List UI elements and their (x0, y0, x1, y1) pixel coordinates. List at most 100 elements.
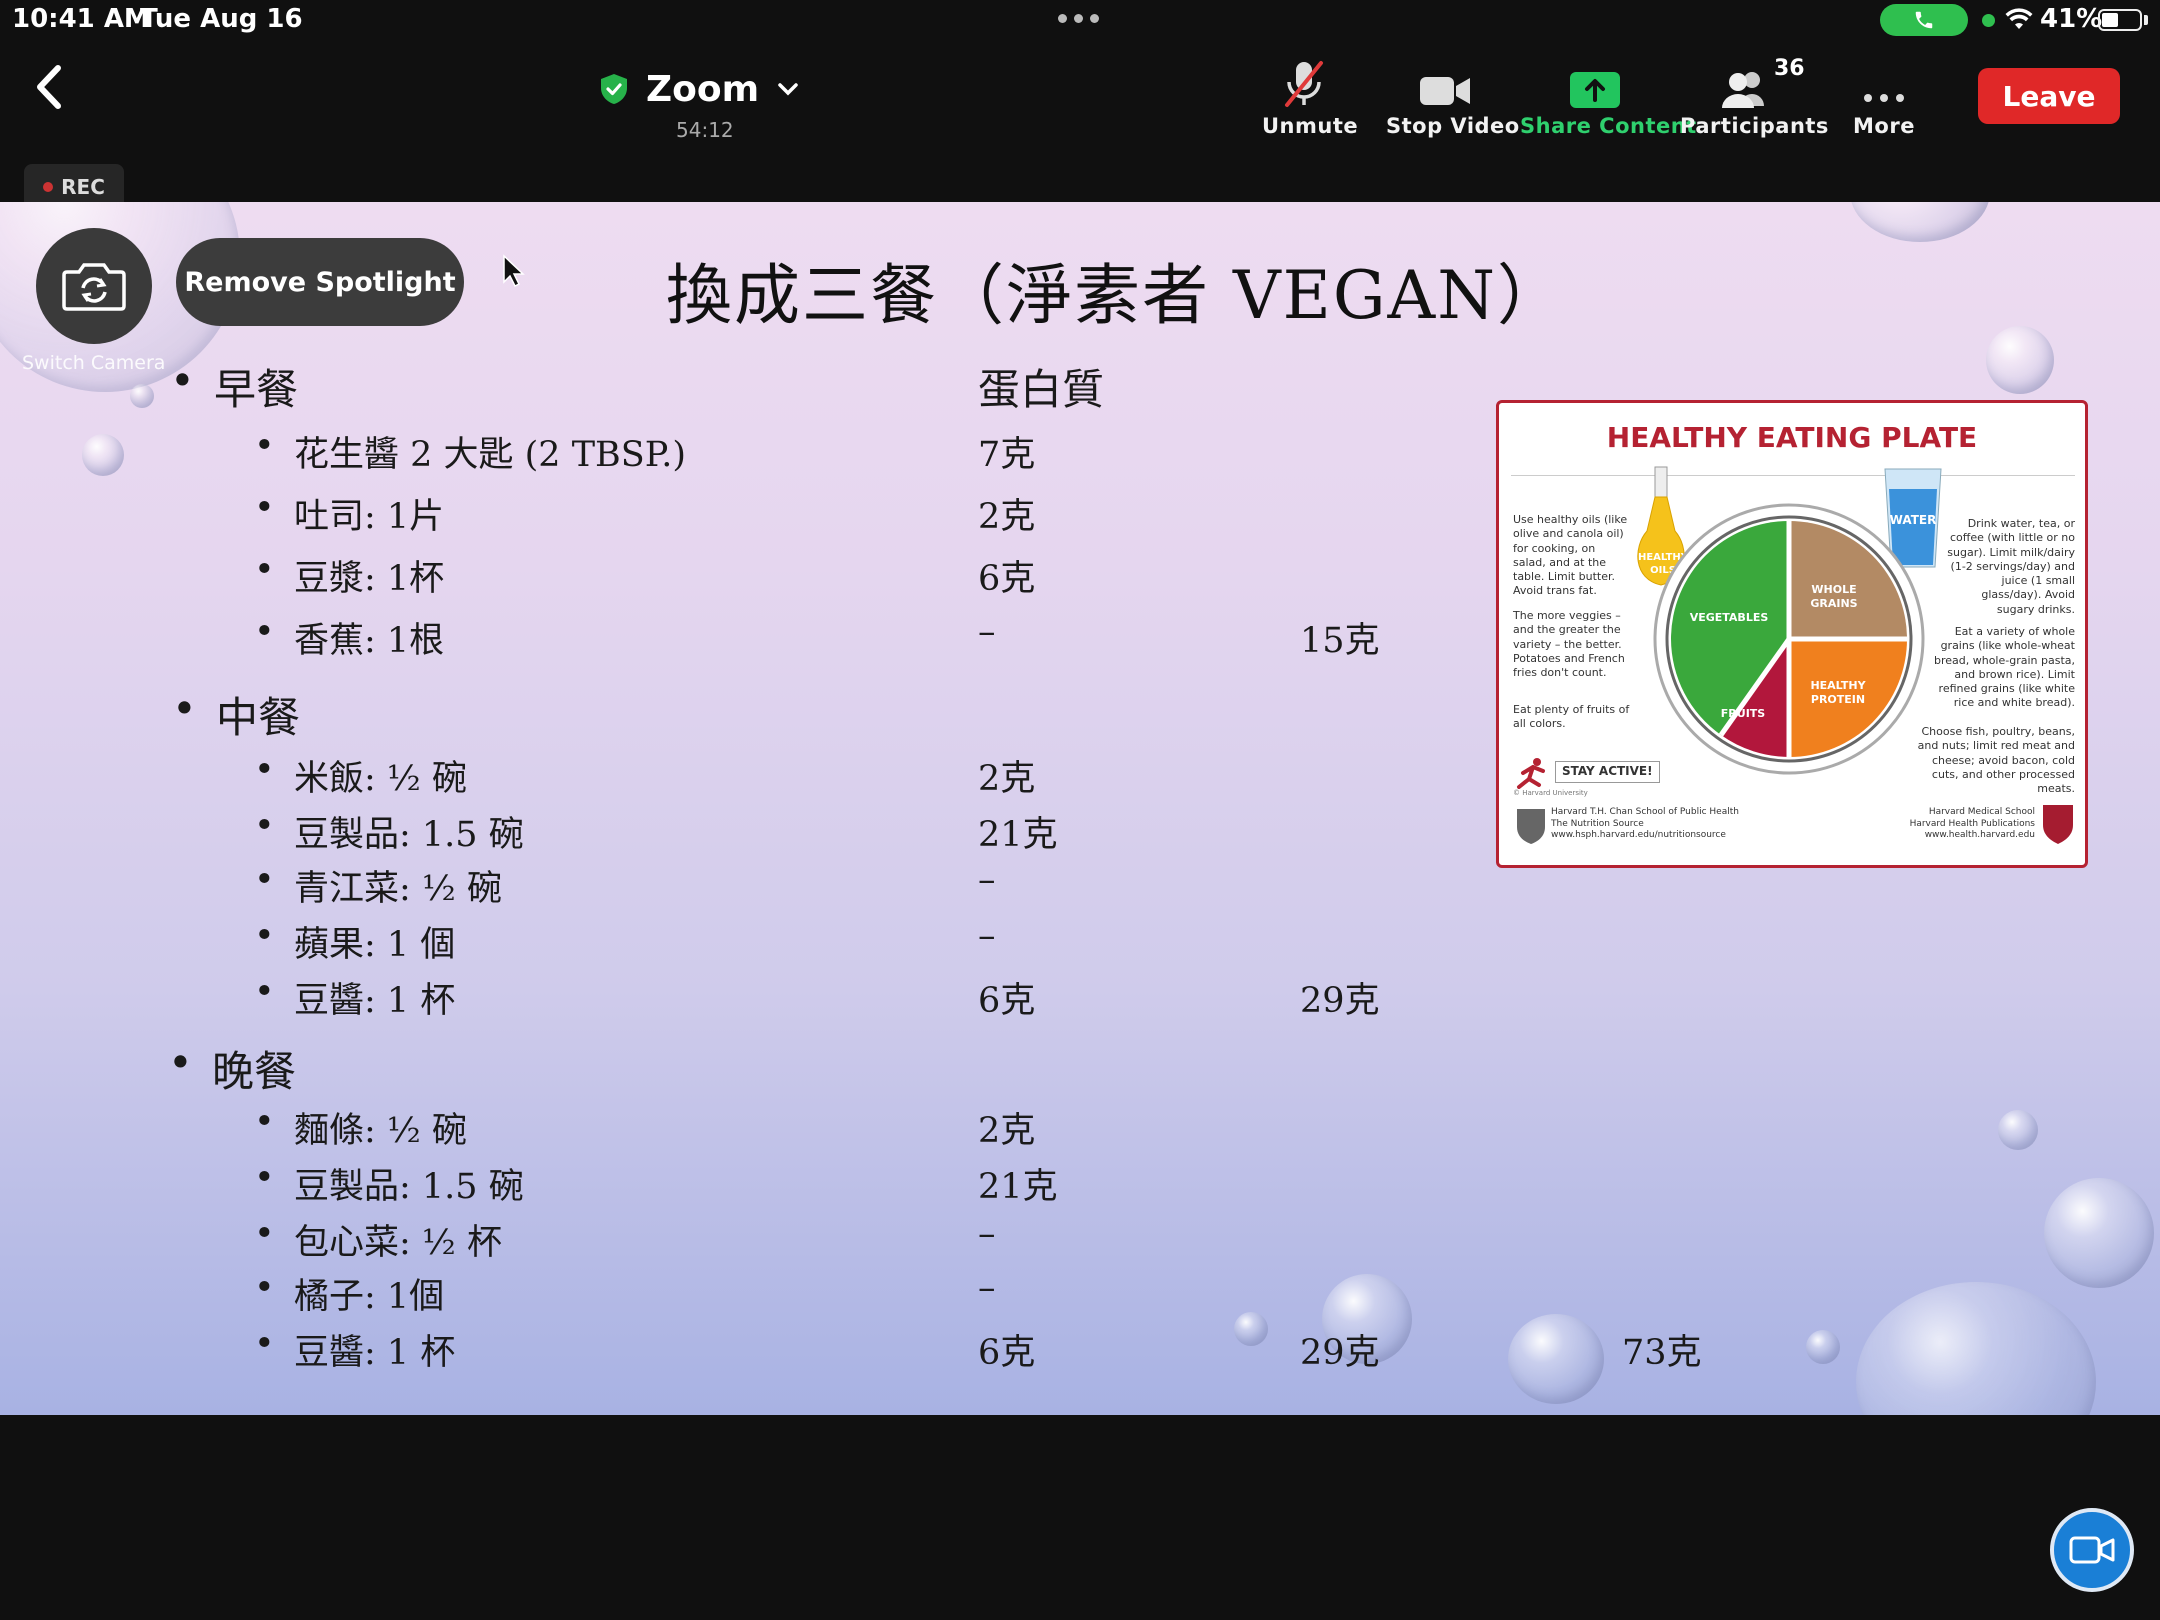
plate-protein-text: Choose fish, poultry, beans, and nuts; l… (1917, 725, 2075, 796)
back-button[interactable] (30, 60, 70, 114)
mic-muted-icon (1262, 58, 1346, 108)
bubble-decoration (2044, 1178, 2154, 1288)
battery-nub (2144, 15, 2148, 25)
dinner-item-protein: 6克 (978, 1333, 1036, 1373)
bubble-decoration (1998, 1110, 2038, 1150)
lunch-item: 青江菜: ½ 碗 (254, 860, 502, 911)
bubble-decoration (1508, 1314, 1604, 1404)
plate-diagram (1653, 503, 1925, 775)
dinner-item-protein: – (978, 1268, 996, 1308)
status-time: 10:41 AM (12, 4, 150, 34)
more-button[interactable]: More (1846, 58, 1922, 138)
chevron-down-icon (778, 83, 798, 96)
breakfast-item: 豆漿: 1杯 (254, 550, 444, 601)
lunch-item: 豆製品: 1.5 碗 (254, 806, 524, 857)
plate-grains-label: WHOLE GRAINS (1810, 583, 1858, 611)
breakfast-subtotal: 15克 (1300, 621, 1380, 661)
lunch-item-protein: 2克 (978, 759, 1036, 799)
bubble-decoration (1986, 326, 2054, 394)
stop-video-button[interactable]: Stop Video (1386, 58, 1520, 138)
plate-veg-label: VEGETABLES (1689, 611, 1769, 624)
lunch-subtotal: 29克 (1300, 981, 1380, 1021)
meal-heading-dinner: 晚餐 (168, 1038, 296, 1099)
unmute-label: Unmute (1262, 114, 1359, 138)
switch-camera-button[interactable] (36, 228, 152, 344)
protein-column-header: 蛋白質 (978, 365, 1105, 414)
breakfast-item: 吐司: 1片 (254, 488, 444, 539)
lunch-item-protein: 6克 (978, 981, 1036, 1021)
dinner-item-protein: 2克 (978, 1111, 1036, 1151)
bubble-decoration (1234, 1312, 1268, 1346)
active-call-icon[interactable] (1880, 4, 1968, 36)
plate-fruits-text: Eat plenty of fruits of all colors. (1513, 703, 1630, 731)
lunch-item: 米飯: ½ 碗 (254, 750, 467, 801)
bubble-decoration (82, 434, 124, 476)
meeting-name: Zoom (646, 68, 760, 110)
meeting-timer: 54:12 (676, 118, 734, 142)
record-dot-icon (43, 182, 54, 192)
shared-slide: 換成三餐（淨素者 VEGAN） 蛋白質 早餐 花生醬 2 大匙 (2 TBSP.… (0, 202, 2160, 1415)
status-date: Tue Aug 16 (140, 4, 303, 34)
participants-label: Participants (1680, 114, 1829, 138)
plate-divider (1511, 475, 2075, 476)
switch-camera-label: Switch Camera (22, 352, 166, 374)
bubble-decoration (130, 384, 154, 408)
lunch-item: 蘋果: 1 個 (254, 916, 455, 967)
plate-title: HEALTHY EATING PLATE (1606, 421, 1978, 454)
plate-stay-active: STAY ACTIVE! (1555, 761, 1660, 783)
chevron-left-icon (37, 65, 61, 109)
share-content-label: Share Content (1520, 114, 1697, 138)
dinner-item: 麵條: ½ 碗 (254, 1102, 467, 1153)
bubble-decoration (1850, 202, 1990, 242)
plate-fruits-label: FRUITS (1720, 707, 1766, 720)
plate-veggies-text: The more veggies – and the greater the v… (1513, 609, 1625, 680)
share-arrow-icon (1520, 58, 1670, 108)
healthy-eating-plate-image: HEALTHY EATING PLATE Use healthy oils (l… (1496, 400, 2088, 868)
plate-protein-label: HEALTHY PROTEIN (1810, 679, 1866, 707)
battery-percent: 41% (2040, 4, 2103, 34)
leave-button[interactable]: Leave (1978, 68, 2120, 124)
plate-grains-text: Eat a variety of whole grains (like whol… (1933, 625, 2075, 710)
bubble-decoration (1806, 1330, 1840, 1364)
lunch-item-protein: – (978, 916, 996, 956)
lunch-item: 豆醬: 1 杯 (254, 972, 455, 1023)
dinner-item: 豆製品: 1.5 碗 (254, 1158, 524, 1209)
plate-copyright: © Harvard University (1513, 789, 1588, 797)
mouse-pointer-icon (503, 254, 525, 288)
more-label: More (1853, 114, 1915, 138)
lunch-item-protein: 21克 (978, 815, 1058, 855)
stop-video-label: Stop Video (1386, 114, 1520, 138)
daily-total: 73克 (1622, 1333, 1702, 1373)
multitasking-dots-icon[interactable] (1058, 14, 1099, 23)
breakfast-item-protein: 7克 (978, 435, 1036, 475)
plate-footer-right: Harvard Medical School Harvard Health Pu… (1909, 807, 2035, 841)
meal-heading-lunch: 中餐 (172, 684, 300, 745)
remove-spotlight-button[interactable]: Remove Spotlight (176, 238, 464, 326)
share-content-button[interactable]: Share Content (1520, 58, 1697, 138)
video-camera-icon (1386, 58, 1504, 108)
unmute-button[interactable]: Unmute (1262, 58, 1359, 138)
running-person-icon (1517, 758, 1545, 789)
bubble-decoration (1856, 1282, 2096, 1415)
meeting-info-button[interactable]: Zoom (600, 64, 799, 114)
breakfast-item-protein: 6克 (978, 559, 1036, 599)
wifi-icon (2005, 8, 2033, 29)
dinner-item-protein: – (978, 1214, 996, 1254)
participant-count: 36 (1774, 56, 1805, 81)
breakfast-item: 香蕉: 1根 (254, 612, 444, 663)
dinner-subtotal: 29克 (1300, 1333, 1380, 1373)
plate-footer-left: Harvard T.H. Chan School of Public Healt… (1551, 807, 1739, 841)
floating-video-button[interactable] (2050, 1508, 2134, 1592)
harvard-shield-logo (1517, 809, 1545, 844)
camera-switch-icon (62, 263, 126, 311)
breakfast-item-protein: 2克 (978, 497, 1036, 537)
status-bar: 10:41 AM Tue Aug 16 41% (0, 0, 2160, 40)
more-dots-icon (1846, 58, 1922, 108)
plate-water-text: Drink water, tea, or coffee (with little… (1947, 517, 2075, 616)
rec-label: REC (61, 175, 105, 199)
shield-check-icon (601, 74, 627, 104)
plate-oils-text: Use healthy oils (like olive and canola … (1513, 513, 1628, 598)
lunch-item-protein: – (978, 860, 996, 900)
dinner-item: 橘子: 1個 (254, 1268, 444, 1319)
dinner-item-protein: 21克 (978, 1167, 1058, 1207)
